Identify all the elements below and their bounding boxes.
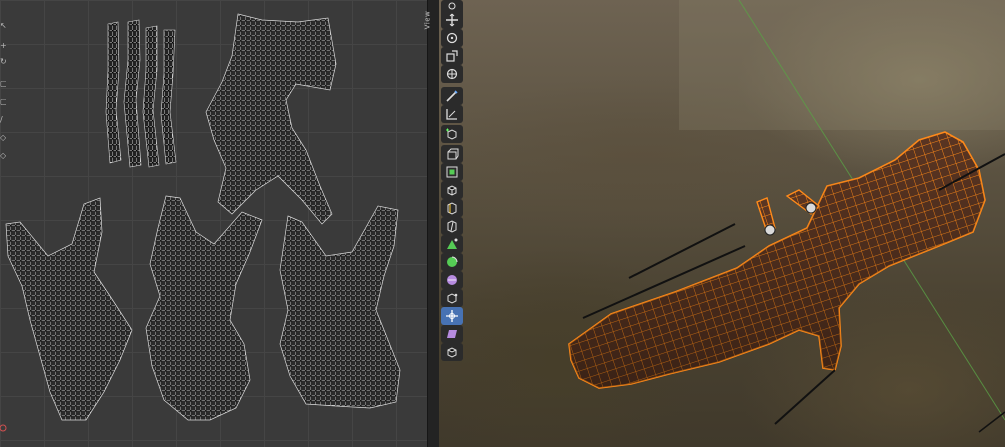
transform-icon[interactable] bbox=[441, 65, 463, 83]
loop-cut-icon[interactable] bbox=[441, 199, 463, 217]
extrude-region-icon[interactable] bbox=[441, 145, 463, 163]
background-wall bbox=[679, 0, 1005, 130]
inset-faces-icon[interactable] bbox=[441, 163, 463, 181]
move-icon[interactable] bbox=[441, 11, 463, 29]
transform-tool-icon[interactable] bbox=[441, 307, 463, 325]
sidebar-view-tab[interactable]: View bbox=[423, 6, 438, 34]
uv-island-finger-strip[interactable] bbox=[160, 29, 177, 165]
smooth-icon[interactable] bbox=[441, 271, 463, 289]
rotate-icon[interactable] bbox=[441, 29, 463, 47]
uv-island-glove-hand-left[interactable] bbox=[5, 197, 133, 421]
annotate-icon[interactable] bbox=[441, 87, 463, 105]
viewport-toolbar bbox=[441, 0, 463, 361]
shear-icon[interactable] bbox=[441, 325, 463, 343]
uv-island-glove-hand-right[interactable] bbox=[279, 205, 401, 409]
uv-2d-cursor-icon bbox=[0, 424, 7, 432]
viewport-scene[interactable] bbox=[439, 0, 1005, 447]
armature-bone-line bbox=[628, 223, 736, 279]
poly-build-icon[interactable] bbox=[441, 235, 463, 253]
uv-island-glove-hand-middle[interactable] bbox=[145, 195, 263, 421]
armature-bone-line bbox=[978, 411, 1005, 433]
view-tab-label: View bbox=[423, 10, 432, 30]
measure-icon[interactable] bbox=[441, 105, 463, 123]
uv-island-finger-strip[interactable] bbox=[142, 25, 160, 168]
uv-island-finger-strip[interactable] bbox=[123, 19, 142, 168]
rip-region-icon[interactable] bbox=[441, 343, 463, 361]
uv-island-finger-strip[interactable] bbox=[105, 21, 122, 164]
glove-shading bbox=[569, 132, 985, 388]
uv-canvas[interactable] bbox=[0, 0, 427, 447]
strap-buckle bbox=[805, 202, 817, 214]
add-cube-icon[interactable] bbox=[441, 125, 463, 143]
uv-editor[interactable]: ↖ + ↻ ▢ ▢ / ◇ ◇ bbox=[0, 0, 427, 447]
edge-slide-icon[interactable] bbox=[441, 289, 463, 307]
armature-bone-line bbox=[774, 369, 836, 425]
strap-buckle bbox=[764, 224, 776, 236]
scale-icon[interactable] bbox=[441, 47, 463, 65]
knife-icon[interactable] bbox=[441, 217, 463, 235]
bevel-icon[interactable] bbox=[441, 181, 463, 199]
spin-icon[interactable] bbox=[441, 253, 463, 271]
3d-viewport[interactable] bbox=[439, 0, 1005, 447]
uv-island-glove-cuff[interactable] bbox=[205, 13, 337, 225]
